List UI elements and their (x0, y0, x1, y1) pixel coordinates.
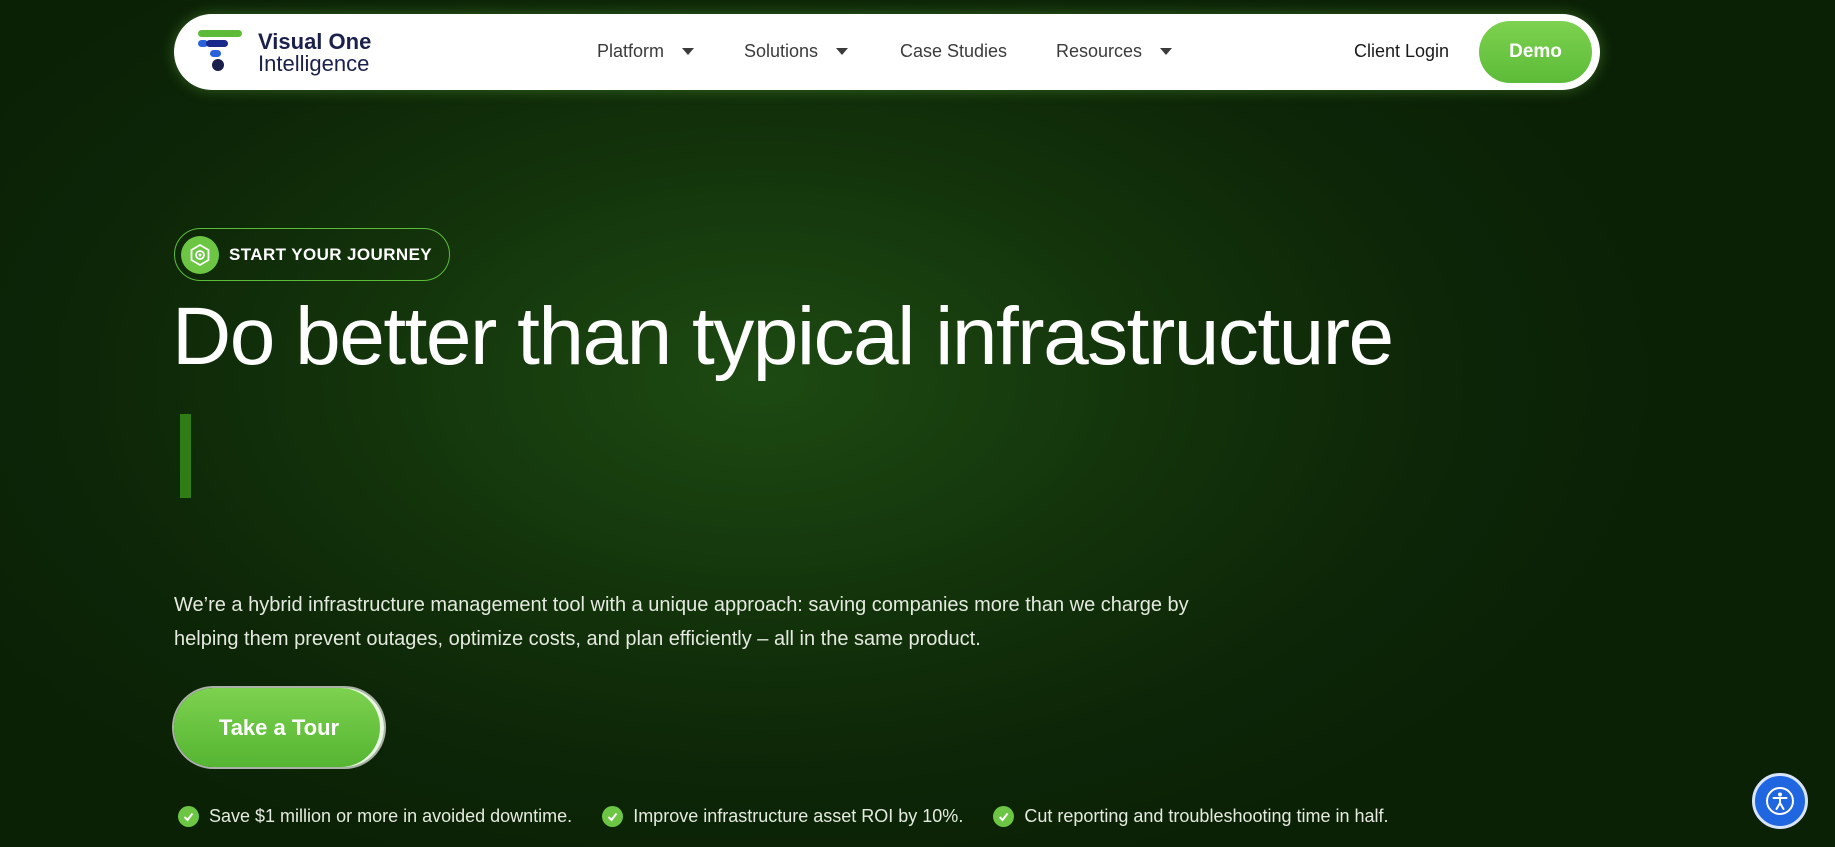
check-circle-icon (178, 806, 199, 827)
benefit-text: Save $1 million or more in avoided downt… (209, 806, 573, 826)
gear-hexagon-icon (181, 235, 219, 274)
benefit-item: Save $1 million or more in avoided downt… (178, 806, 572, 827)
nav-item-resources[interactable]: Resources (1056, 41, 1173, 62)
chevron-down-icon (1160, 48, 1173, 55)
hero-description: We’re a hybrid infrastructure management… (174, 594, 1189, 650)
badge-label: START YOUR JOURNEY (229, 244, 433, 264)
hero-headline: Do better than typical infrastructure (172, 291, 1394, 382)
nav-item-label: Platform (597, 41, 665, 61)
benefit-item: Improve infrastructure asset ROI by 10%. (602, 806, 963, 827)
check-circle-icon (993, 806, 1015, 827)
take-a-tour-button[interactable]: Take a Tour (174, 688, 384, 767)
accessibility-button[interactable] (1752, 773, 1808, 829)
chevron-down-icon (682, 48, 695, 55)
nav-item-label: Resources (1056, 41, 1143, 61)
accessibility-icon (1766, 787, 1794, 815)
benefits-list: Save $1 million or more in avoided downt… (178, 806, 1389, 827)
demo-button[interactable]: Demo (1479, 21, 1592, 83)
benefit-text: Improve infrastructure asset ROI by 10%. (633, 806, 964, 826)
check-circle-icon (602, 806, 624, 827)
journey-badge: START YOUR JOURNEY (174, 228, 450, 281)
logo[interactable]: Visual One Intelligence (196, 28, 396, 78)
typing-cursor (180, 414, 191, 498)
chevron-down-icon (836, 48, 849, 55)
logo-mark-icon (198, 30, 242, 71)
nav-item-label: Solutions (744, 41, 819, 61)
client-login-link[interactable]: Client Login (1354, 41, 1449, 62)
nav-item-label: Case Studies (900, 41, 1008, 61)
logo-name: Visual One (258, 29, 372, 54)
top-navbar: Visual One Intelligence Platform Solutio… (174, 14, 1600, 90)
benefit-item: Cut reporting and troubleshooting time i… (993, 806, 1389, 827)
nav-item-platform[interactable]: Platform (597, 41, 695, 62)
benefit-text: Cut reporting and troubleshooting time i… (1024, 806, 1389, 826)
nav-item-solutions[interactable]: Solutions (744, 41, 849, 62)
logo-subname: Intelligence (258, 51, 370, 76)
nav-item-case-studies[interactable]: Case Studies (900, 41, 1007, 62)
